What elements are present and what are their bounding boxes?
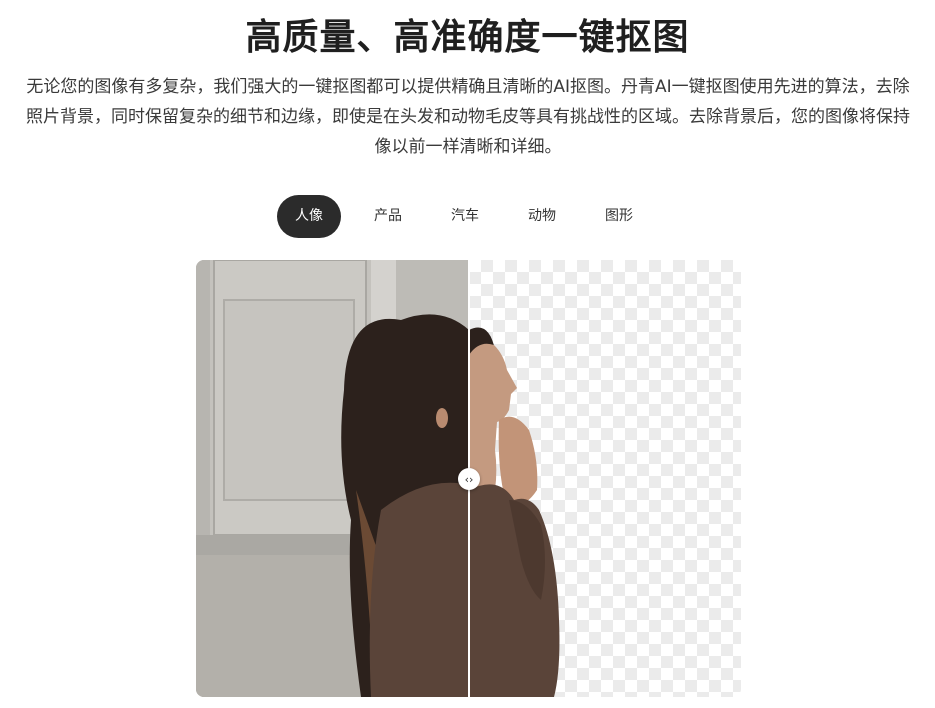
original-photo (196, 260, 469, 697)
cutout-result (469, 260, 741, 697)
page-description: 无论您的图像有多复杂，我们强大的一键抠图都可以提供精确且清晰的AI抠图。丹青AI… (26, 77, 910, 157)
compare-slider-handle[interactable]: ‹› (458, 468, 480, 490)
tab-product[interactable]: 产品 (358, 195, 418, 238)
tab-portrait[interactable]: 人像 (277, 195, 341, 238)
tab-car[interactable]: 汽车 (435, 195, 495, 238)
category-tabs: 人像 产品 汽车 动物 图形 (277, 195, 649, 238)
page-title: 高质量、高准确度一键抠图 (245, 17, 690, 58)
tab-animal[interactable]: 动物 (512, 195, 572, 238)
before-after-comparison[interactable]: ‹› (196, 260, 741, 697)
tab-graphic[interactable]: 图形 (589, 195, 649, 238)
